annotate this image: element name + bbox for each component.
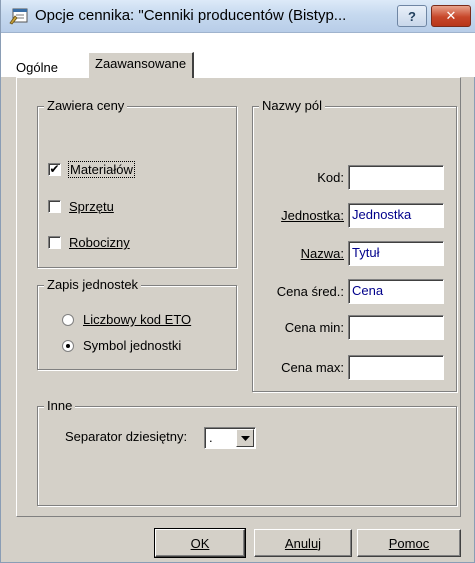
radio-circle[interactable] xyxy=(62,339,74,352)
checkbox-label: Robocizny xyxy=(69,235,130,250)
jednostka-input[interactable]: Jednostka xyxy=(348,203,444,228)
chevron-down-icon xyxy=(240,435,250,441)
radio-label: Liczbowy kod ETO xyxy=(83,312,192,327)
window-title: Opcje cennika: "Cenniki producentów (Bis… xyxy=(35,7,347,24)
title-bar: Opcje cennika: "Cenniki producentów (Bis… xyxy=(1,0,475,33)
radio-label: Symbol jednostki xyxy=(83,338,182,353)
ok-label: OK xyxy=(190,535,210,551)
checkbox-label: Materiałów xyxy=(68,161,135,178)
field-jednostka: Jednostka: Jednostka xyxy=(256,203,444,228)
properties-icon xyxy=(9,8,28,25)
dropdown-button[interactable] xyxy=(236,429,254,447)
radio-liczbowy-kod[interactable]: Liczbowy kod ETO xyxy=(62,312,191,327)
checkbox-box[interactable] xyxy=(48,236,61,249)
checkbox-sprzetu[interactable]: Sprzętu xyxy=(48,199,114,214)
field-nazwa: Nazwa: Tytuł xyxy=(256,241,444,266)
tab-zaawansowane[interactable]: Zaawansowane xyxy=(88,52,195,78)
close-button[interactable]: ✕ xyxy=(431,5,471,27)
kod-input[interactable] xyxy=(348,165,444,190)
checkbox-box[interactable] xyxy=(48,200,61,213)
field-kod: Kod: xyxy=(256,165,444,190)
group-legend: Nazwy pól xyxy=(259,98,325,113)
separator-label: Separator dziesiętny: xyxy=(65,429,188,444)
help-button[interactable]: Pomoc xyxy=(357,529,461,557)
field-cena-sred: Cena śred.: Cena xyxy=(256,279,444,304)
checkbox-materialow[interactable]: ✔ Materiałów xyxy=(48,161,135,178)
close-icon: ✕ xyxy=(445,8,457,23)
nazwa-input[interactable]: Tytuł xyxy=(348,241,444,266)
group-zapis-jednostek: Zapis jednostek xyxy=(37,277,237,370)
group-legend: Inne xyxy=(44,398,76,413)
field-label: Cena śred.: xyxy=(276,284,344,299)
radio-symbol-jednostki[interactable]: Symbol jednostki xyxy=(62,338,181,353)
group-legend: Zawiera ceny xyxy=(44,98,128,113)
help-label: Pomoc xyxy=(388,535,430,551)
group-legend: Zapis jednostek xyxy=(44,277,142,292)
checkbox-label: Sprzętu xyxy=(69,199,114,214)
cancel-label: Anuluj xyxy=(284,535,322,551)
ok-button[interactable]: OK xyxy=(154,528,246,558)
checkbox-box[interactable]: ✔ xyxy=(48,163,61,176)
field-label: Jednostka: xyxy=(281,208,344,223)
field-cena-max: Cena max: xyxy=(256,355,444,380)
separator-combo[interactable]: . xyxy=(204,427,256,449)
cena-max-input[interactable] xyxy=(348,355,444,380)
tab-ogolne[interactable]: Ogólne xyxy=(10,57,64,77)
question-icon: ? xyxy=(408,8,416,24)
checkbox-robocizny[interactable]: Robocizny xyxy=(48,235,130,250)
field-label: Kod: xyxy=(317,170,344,185)
field-label: Nazwa: xyxy=(300,246,344,261)
field-cena-min: Cena min: xyxy=(256,315,444,340)
field-label: Cena min: xyxy=(284,320,344,335)
field-label: Cena max: xyxy=(281,360,344,375)
cena-sred-input[interactable]: Cena xyxy=(348,279,444,304)
cena-min-input[interactable] xyxy=(348,315,444,340)
separator-value: . xyxy=(209,430,213,445)
radio-circle[interactable] xyxy=(62,313,74,326)
options-dialog: Opcje cennika: "Cenniki producentów (Bis… xyxy=(0,0,475,563)
tab-strip xyxy=(1,33,475,77)
cancel-button[interactable]: Anuluj xyxy=(254,529,352,557)
help-title-button[interactable]: ? xyxy=(397,5,427,27)
group-inne: Inne xyxy=(37,398,457,506)
